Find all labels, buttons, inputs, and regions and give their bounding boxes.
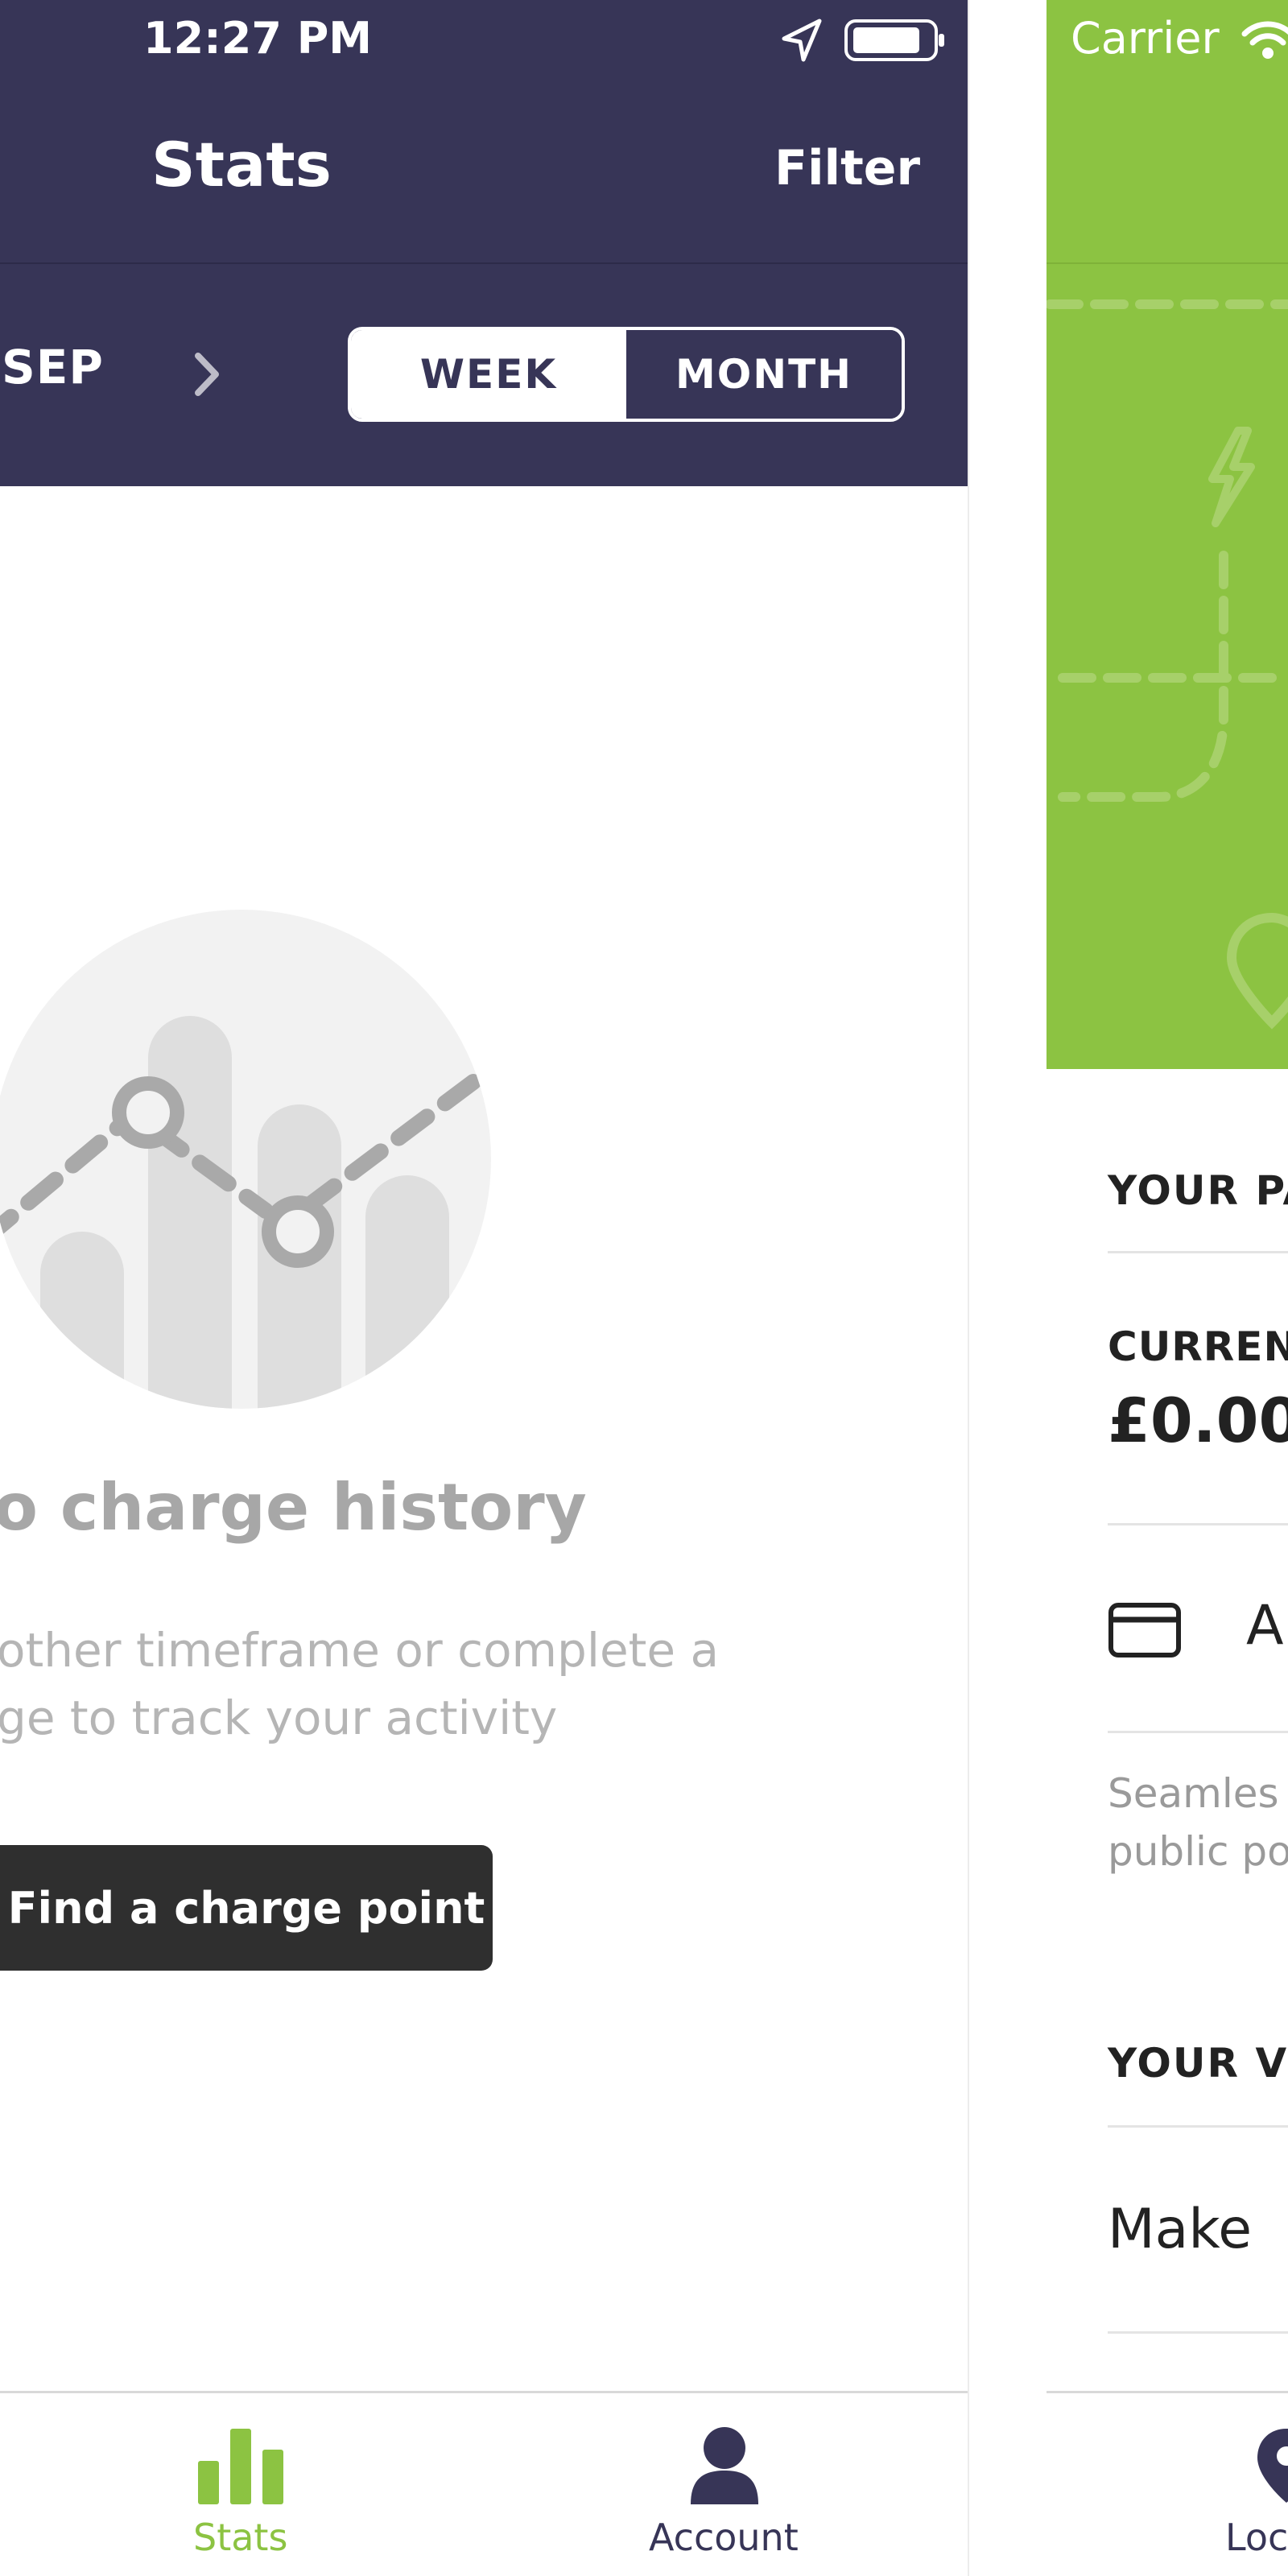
balance-amount: £0.00 — [1108, 1385, 1288, 1456]
empty-state-title: o charge history — [0, 1470, 587, 1545]
empty-state-line-2: ge to track your activity — [0, 1690, 558, 1745]
chart-illustration-icon — [0, 910, 491, 1409]
wifi-icon — [1241, 21, 1288, 59]
tab-bar: Stats Account — [0, 2391, 968, 2576]
page-title: Stats — [151, 129, 332, 200]
divider — [1108, 1731, 1288, 1733]
status-time: 12:27 PM — [143, 13, 373, 64]
payment-info-line-2: public po — [1108, 1828, 1288, 1875]
divider — [1108, 1523, 1288, 1525]
tab-account[interactable]: Account — [636, 2425, 813, 2570]
payment-info-line-1: Seamles — [1108, 1770, 1279, 1817]
carrier-label: Carrier — [1071, 13, 1220, 64]
tab-stats[interactable]: Stats — [177, 2425, 306, 2570]
month-segment[interactable]: MONTH — [626, 330, 902, 419]
account-icon — [691, 2427, 758, 2504]
make-row[interactable]: Make — [1108, 2198, 1252, 2261]
hero-divider — [1046, 262, 1288, 264]
tab-account-label: Account — [649, 2516, 799, 2559]
hero-banner: Carrier — [1046, 0, 1288, 1069]
week-segment[interactable]: WEEK — [351, 330, 626, 419]
stats-screen: 12:27 PM Stats Filter SEP WEEK MONTH o c… — [0, 0, 968, 2576]
location-arrow-icon — [782, 19, 822, 62]
filter-button[interactable]: Filter — [774, 140, 920, 196]
tab-locations-label[interactable]: Loc — [1225, 2516, 1288, 2559]
vehicle-section-header: YOUR VE — [1108, 2040, 1288, 2087]
map-pattern-icon — [1046, 299, 1288, 1030]
account-screen: Carrier YOUR PA CURREN £0.00 A Seaml — [1046, 0, 1288, 2576]
bar-chart-icon — [198, 2429, 283, 2504]
month-label: SEP — [2, 340, 104, 394]
add-card-row[interactable]: A — [1246, 1594, 1284, 1657]
battery-icon — [844, 19, 944, 61]
currency-label: CURREN — [1108, 1323, 1288, 1370]
credit-card-icon — [1108, 1603, 1181, 1657]
divider — [1108, 2331, 1288, 2334]
payment-section-header: YOUR PA — [1108, 1167, 1288, 1214]
divider — [1108, 2125, 1288, 2128]
map-pin-icon — [1226, 912, 1288, 1030]
map-pin-icon[interactable] — [1254, 2425, 1288, 2506]
lightning-icon — [1208, 427, 1255, 527]
divider — [1108, 1251, 1288, 1253]
find-charge-point-button[interactable]: Find a charge point — [0, 1845, 493, 1971]
tab-stats-label: Stats — [193, 2516, 288, 2559]
chevron-right-icon[interactable] — [187, 346, 227, 402]
screen-gutter — [968, 0, 1046, 2576]
period-segmented-control: WEEK MONTH — [348, 327, 905, 422]
empty-state-line-1: other timeframe or complete a — [0, 1623, 720, 1678]
tab-bar: Loc — [1046, 2391, 1288, 2576]
header-divider — [0, 262, 968, 264]
